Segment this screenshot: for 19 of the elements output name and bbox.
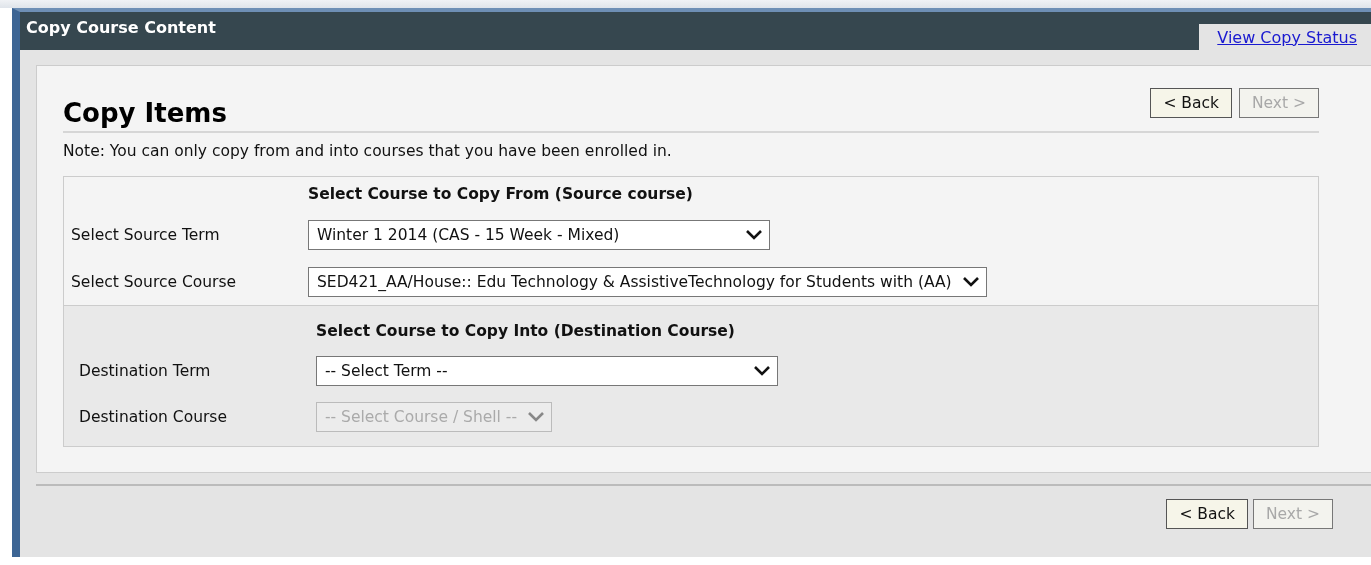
chevron-down-icon <box>753 365 771 377</box>
window-title: Copy Course Content <box>25 17 217 39</box>
field-label: Select Source Course <box>71 273 238 291</box>
dropdown-field[interactable]: Winter 1 2014 (CAS - 15 Week - Mixed) <box>308 220 770 250</box>
dropdown-field[interactable]: -- Select Term -- <box>316 356 778 386</box>
chevron-down-icon <box>961 276 980 288</box>
field-label: Destination Course <box>79 408 228 426</box>
field-label: Select Source Term <box>71 226 221 244</box>
nav-button[interactable]: < Back <box>1166 499 1248 529</box>
nav-button[interactable]: < Back <box>1150 88 1232 118</box>
dropdown-field[interactable]: SED421_AA/House:: Edu Technology & AssistiveTechnology for Students with (AA) <box>308 267 987 297</box>
chevron-down-icon <box>527 411 545 423</box>
section-heading: Select Course to Copy Into (Destination Course) <box>316 322 736 340</box>
chevron-down-icon <box>745 229 763 241</box>
field-label: Destination Term <box>79 362 212 380</box>
page-heading: Copy Items <box>63 98 227 128</box>
section-heading: Select Course to Copy From (Source course) <box>308 185 694 203</box>
note-text: Note: You can only copy from and into courses that you have been enrolled in. <box>63 142 673 160</box>
view-copy-status-link[interactable]: View Copy Status <box>1217 27 1357 47</box>
